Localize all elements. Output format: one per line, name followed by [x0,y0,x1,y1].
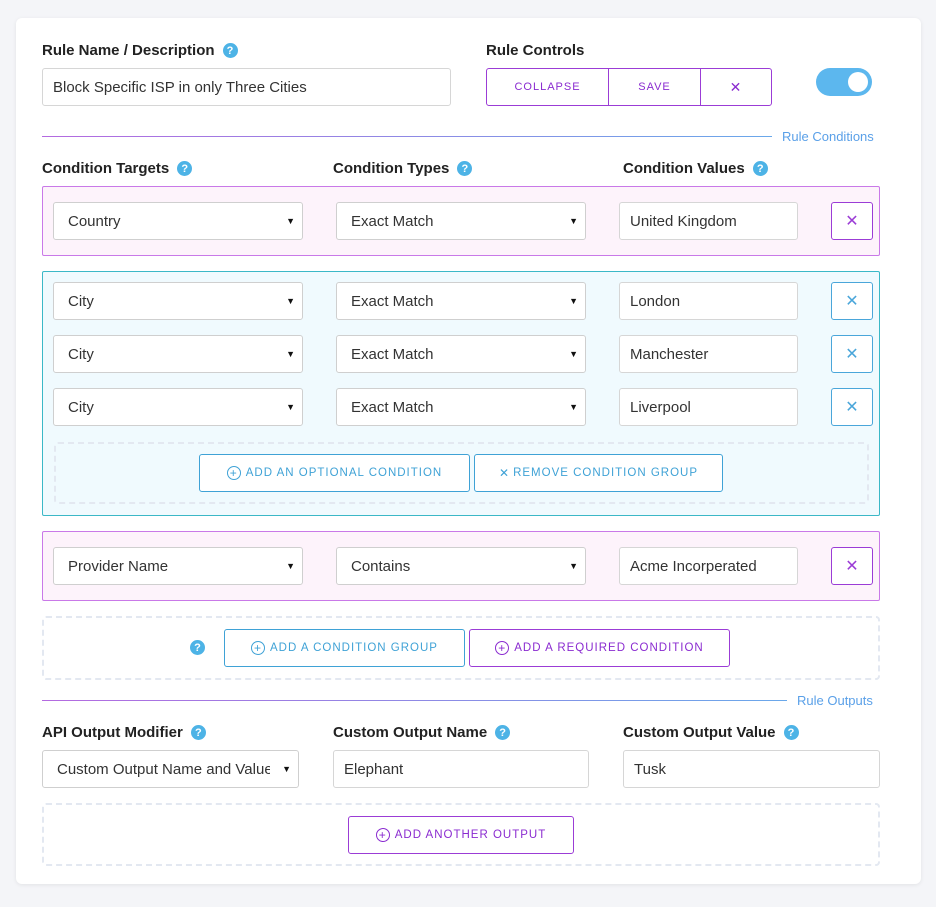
condition-type-select[interactable]: Exact Match ▼ [336,202,586,240]
add-required-condition-button[interactable]: + ADD A REQUIRED CONDITION [469,629,730,667]
custom-output-value-label: Custom Output Value ? [623,724,799,741]
custom-output-value-input[interactable]: Tusk [623,750,880,788]
conditions-divider [42,136,772,137]
caret-down-icon: ▼ [286,296,295,306]
close-icon: ✕ [845,293,859,310]
remove-condition-button[interactable]: ✕ [831,202,873,240]
help-icon[interactable]: ? [783,725,799,740]
caret-down-icon: ▼ [569,296,578,306]
condition-value-input[interactable]: Manchester [619,335,798,373]
plus-circle-icon: + [251,641,266,655]
condition-type-select[interactable]: Contains ▼ [336,547,586,585]
help-icon[interactable]: ? [190,640,205,655]
caret-down-icon: ▼ [286,402,295,412]
remove-condition-button[interactable]: ✕ [831,547,873,585]
rule-name-label: Rule Name / Description ? [42,42,238,59]
remove-condition-button[interactable]: ✕ [831,282,873,320]
add-optional-condition-button[interactable]: + ADD AN OPTIONAL CONDITION [199,454,470,492]
condition-value-input[interactable]: Acme Incorperated [619,547,798,585]
condition-target-select[interactable]: Provider Name ▼ [53,547,303,585]
condition-target-select[interactable]: City ▼ [53,388,303,426]
condition-value-input[interactable]: London [619,282,798,320]
caret-down-icon: ▼ [286,561,295,571]
custom-output-name-input[interactable]: Elephant [333,750,589,788]
plus-circle-icon: + [495,641,510,655]
condition-target-select[interactable]: Country ▼ [53,202,303,240]
toggle-knob [848,72,868,92]
close-icon: ✕ [845,213,859,230]
save-button[interactable]: SAVE [608,68,701,106]
close-icon: ✕ [845,558,859,575]
help-icon[interactable]: ? [495,725,511,740]
rule-name-input[interactable]: Block Specific ISP in only Three Cities [42,68,451,106]
condition-type-select[interactable]: Exact Match ▼ [336,335,586,373]
plus-circle-icon: + [375,828,390,842]
caret-down-icon: ▼ [569,216,578,226]
outputs-section-label: Rule Outputs [797,693,873,708]
close-icon: ✕ [845,399,859,416]
close-icon: ✕ [499,466,511,480]
remove-condition-button[interactable]: ✕ [831,335,873,373]
rule-controls-label: Rule Controls [486,42,585,59]
help-icon[interactable]: ? [752,161,768,176]
plus-circle-icon: + [226,466,241,480]
collapse-button[interactable]: COLLAPSE [486,68,609,106]
condition-type-select[interactable]: Exact Match ▼ [336,388,586,426]
caret-down-icon: ▼ [569,561,578,571]
caret-down-icon: ▼ [286,216,295,226]
add-condition-group-button[interactable]: + ADD A CONDITION GROUP [224,629,465,667]
help-icon[interactable]: ? [457,161,473,176]
conditions-section-label: Rule Conditions [782,129,874,144]
close-icon: ✕ [845,346,859,363]
condition-value-input[interactable]: Liverpool [619,388,798,426]
api-output-modifier-label: API Output Modifier ? [42,724,206,741]
custom-output-name-label: Custom Output Name ? [333,724,511,741]
close-rule-button[interactable]: ✕ [700,68,772,106]
condition-types-label: Condition Types ? [333,160,473,177]
remove-condition-group-button[interactable]: ✕ REMOVE CONDITION GROUP [474,454,723,492]
outputs-divider [42,700,787,701]
api-output-modifier-select[interactable]: Custom Output Name and Value ▼ [42,750,299,788]
condition-value-input[interactable]: United Kingdom [619,202,798,240]
remove-condition-button[interactable]: ✕ [831,388,873,426]
caret-down-icon: ▼ [286,349,295,359]
condition-values-label: Condition Values ? [623,160,768,177]
condition-type-select[interactable]: Exact Match ▼ [336,282,586,320]
caret-down-icon: ▼ [569,349,578,359]
condition-target-select[interactable]: City ▼ [53,282,303,320]
help-icon[interactable]: ? [177,161,193,176]
rule-enabled-toggle[interactable] [816,68,872,96]
caret-down-icon: ▼ [282,764,291,774]
help-icon[interactable]: ? [222,43,238,58]
close-icon: ✕ [729,78,743,95]
help-icon[interactable]: ? [190,725,206,740]
condition-target-select[interactable]: City ▼ [53,335,303,373]
add-another-output-button[interactable]: + ADD ANOTHER OUTPUT [348,816,574,854]
condition-targets-label: Condition Targets ? [42,160,193,177]
caret-down-icon: ▼ [569,402,578,412]
